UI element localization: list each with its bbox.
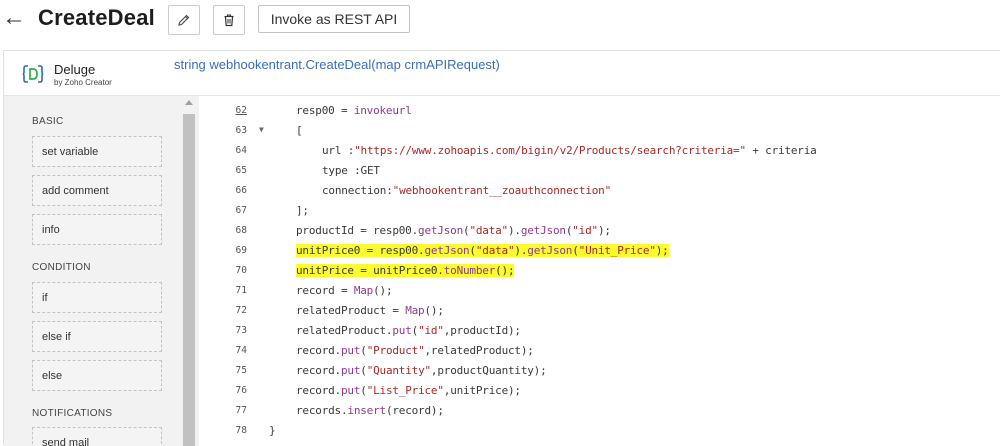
- scrollbar-thumb[interactable]: [183, 114, 195, 446]
- code-line[interactable]: type :GET: [322, 164, 380, 177]
- code-line[interactable]: }: [269, 424, 276, 437]
- line-number: 74: [235, 345, 247, 356]
- line-number: 71: [235, 285, 247, 296]
- palette-item-if[interactable]: if: [32, 282, 162, 313]
- code-line[interactable]: relatedProduct = Map();: [296, 304, 444, 317]
- line-number: 67: [235, 205, 247, 216]
- code-line[interactable]: record.put("Product",relatedProduct);: [296, 344, 534, 357]
- code-line[interactable]: ];: [296, 204, 309, 217]
- trash-icon: [224, 14, 234, 27]
- code-line[interactable]: unitPrice0 = resp00.getJson("data").getJ…: [296, 244, 669, 257]
- line-number: 63: [235, 125, 247, 136]
- code-line[interactable]: record = Map();: [296, 284, 393, 297]
- line-number: 77: [235, 405, 247, 416]
- pencil-icon: [178, 14, 190, 26]
- palette-scrollbar[interactable]: [181, 96, 199, 446]
- code-line[interactable]: unitPrice = unitPrice0.toNumber();: [296, 264, 515, 277]
- section-notifications: NOTIFICATIONS: [32, 408, 113, 419]
- code-line[interactable]: record.put("List_Price",unitPrice);: [296, 384, 521, 397]
- fold-toggle-icon[interactable]: ▼: [259, 125, 264, 134]
- line-number: 72: [235, 305, 247, 316]
- code-line[interactable]: productId = resp00.getJson("data").getJs…: [296, 224, 611, 237]
- line-number: 66: [235, 185, 247, 196]
- code-line[interactable]: [: [296, 124, 303, 137]
- palette-item-set-variable[interactable]: set variable: [32, 136, 162, 167]
- code-line[interactable]: resp00 = invokeurl: [296, 104, 412, 117]
- top-bar: ← CreateDeal Invoke as REST API: [0, 0, 1000, 46]
- palette-item-else[interactable]: else: [32, 360, 162, 391]
- code-line[interactable]: record.put("Quantity",productQuantity);: [296, 364, 547, 377]
- line-number: 78: [235, 425, 247, 436]
- code-editor[interactable]: 62 63 ▼ 64 65 66 67 68 69 70 71 72 73 74 75 76 77 78 resp…: [199, 96, 1000, 446]
- code-line[interactable]: records.insert(record);: [296, 404, 444, 417]
- brand-name: Deluge: [54, 62, 96, 77]
- deluge-logo-icon: [22, 65, 44, 83]
- code-line[interactable]: relatedProduct.put("id",productId);: [296, 324, 521, 337]
- line-number: 62: [235, 105, 247, 116]
- line-number: 64: [235, 145, 247, 156]
- palette-item-add-comment[interactable]: add comment: [32, 175, 162, 206]
- page-title: CreateDeal: [38, 5, 155, 30]
- line-number: 76: [235, 385, 247, 396]
- code-line[interactable]: url :"https://www.zohoapis.com/bigin/v2/…: [322, 144, 817, 157]
- section-basic: BASIC: [32, 116, 64, 127]
- line-number: 70: [235, 265, 247, 276]
- code-line[interactable]: connection:"webhookentrant__zoauthconnec…: [322, 184, 611, 197]
- function-signature: string webhookentrant.CreateDeal(map crm…: [174, 57, 500, 72]
- palette-item-else-if[interactable]: else if: [32, 321, 162, 352]
- scroll-up-arrow-icon[interactable]: [185, 100, 193, 105]
- editor-frame: Deluge by Zoho Creator string webhookent…: [3, 50, 1000, 446]
- delete-button[interactable]: [213, 5, 245, 35]
- edit-button[interactable]: [168, 5, 200, 35]
- editor-header: Deluge by Zoho Creator string webhookent…: [4, 51, 1000, 96]
- back-arrow-icon[interactable]: ←: [2, 4, 26, 32]
- line-number: 69: [235, 245, 247, 256]
- line-number: 68: [235, 225, 247, 236]
- palette-item-info[interactable]: info: [32, 214, 162, 245]
- line-gutter: 62 63 ▼ 64 65 66 67 68 69 70 71 72 73 74 75 76 77 78: [199, 96, 269, 446]
- task-palette: BASIC set variable add comment info COND…: [4, 96, 184, 446]
- brand-subtitle: by Zoho Creator: [54, 78, 112, 87]
- section-condition: CONDITION: [32, 262, 91, 273]
- invoke-rest-api-button[interactable]: Invoke as REST API: [258, 5, 410, 33]
- line-number: 73: [235, 325, 247, 336]
- line-number: 75: [235, 365, 247, 376]
- line-number: 65: [235, 165, 247, 176]
- palette-item-send-mail[interactable]: send mail: [32, 427, 162, 446]
